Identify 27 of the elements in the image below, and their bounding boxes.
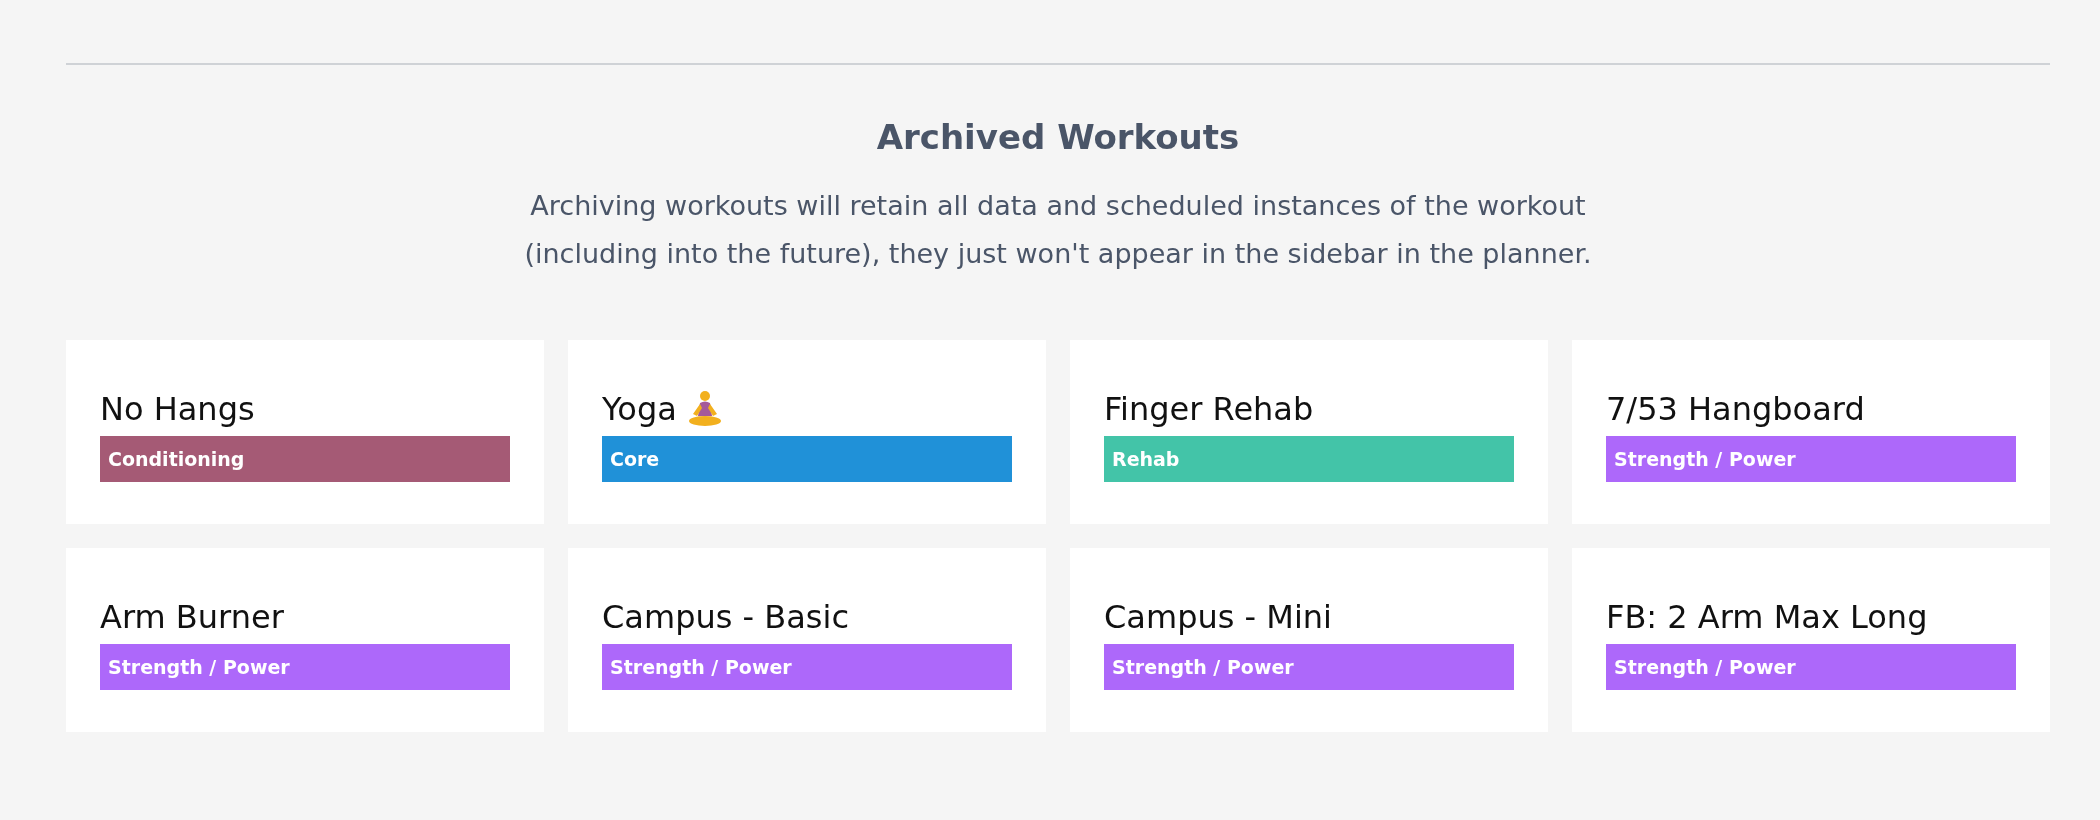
workout-card[interactable]: Finger Rehab Rehab xyxy=(1070,339,1548,524)
workout-card[interactable]: Yoga Core xyxy=(568,339,1046,524)
workout-card[interactable]: 7/53 Hangboard Strength / Power xyxy=(1572,339,2050,524)
workout-name: Yoga xyxy=(602,388,677,430)
workout-name: Campus - Mini xyxy=(1104,596,1332,638)
category-tag: Strength / Power xyxy=(100,643,510,690)
category-tag: Strength / Power xyxy=(1104,643,1514,690)
workout-card[interactable]: No Hangs Conditioning xyxy=(66,339,544,524)
workout-name: Finger Rehab xyxy=(1104,388,1314,430)
section-description: Archiving workouts will retain all data and scheduled instances of the workout (including into the future), they just won't appear in the sidebar in the planner. xyxy=(523,188,1593,271)
category-tag: Rehab xyxy=(1104,435,1514,482)
workout-card[interactable]: FB: 2 Arm Max Long Strength / Power xyxy=(1572,547,2050,732)
workout-name: No Hangs xyxy=(100,388,255,430)
category-tag: Strength / Power xyxy=(1606,643,2016,690)
workout-name: FB: 2 Arm Max Long xyxy=(1606,596,1928,638)
workout-card[interactable]: Campus - Mini Strength / Power xyxy=(1070,547,1548,732)
workout-name: 7/53 Hangboard xyxy=(1606,388,1865,430)
category-tag: Strength / Power xyxy=(602,643,1012,690)
workout-card[interactable]: Campus - Basic Strength / Power xyxy=(568,547,1046,732)
category-tag: Strength / Power xyxy=(1606,435,2016,482)
workout-card[interactable]: Arm Burner Strength / Power xyxy=(66,547,544,732)
meditating-figure-icon xyxy=(686,390,723,429)
workout-name: Arm Burner xyxy=(100,596,284,638)
category-tag: Conditioning xyxy=(100,435,510,482)
section-title: Archived Workouts xyxy=(876,117,1240,158)
workout-name: Campus - Basic xyxy=(602,596,849,638)
category-tag: Core xyxy=(602,435,1012,482)
